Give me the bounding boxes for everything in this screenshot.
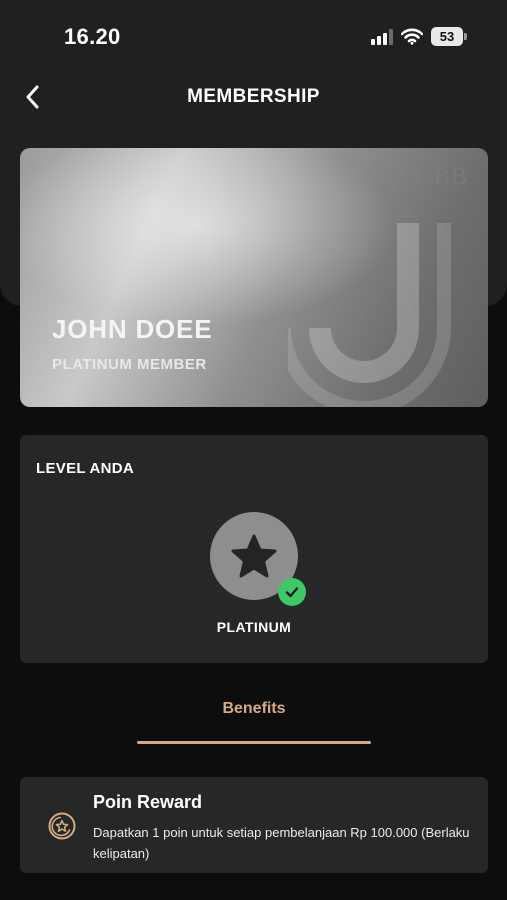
wifi-icon [401,28,423,45]
benefit-title: Poin Reward [93,792,203,812]
battery-icon: 53 [431,27,467,46]
membership-screen: 16.20 53 MEMBERSHIP JOBB JOHN DOEE PLATI… [0,0,507,900]
status-time: 16.20 [64,24,121,49]
status-icons: 53 [371,27,467,46]
level-name: PLATINUM [216,619,292,635]
star-coin-icon [48,812,76,840]
battery-level: 53 [431,27,463,46]
card-brand-logo: JOBB [405,164,468,190]
member-name: JOHN DOEE [52,314,213,344]
tab-benefits[interactable]: Benefits [137,700,371,744]
page-title: MEMBERSHIP [187,86,320,107]
card-watermark-logo [288,223,451,407]
level-badge [210,512,306,606]
benefit-description: Dapatkan 1 poin untuk setiap pembelanjaa… [93,825,470,861]
benefit-item[interactable]: Poin Reward Dapatkan 1 poin untuk setiap… [20,777,488,873]
check-icon [278,578,306,606]
membership-card: JOBB JOHN DOEE PLATINUM MEMBER [20,148,488,407]
status-bar: 16.20 53 [0,0,507,70]
star-icon [231,534,277,578]
level-panel: LEVEL ANDA PLATINUM [20,435,488,663]
member-tier: PLATINUM MEMBER [52,356,207,373]
level-title: LEVEL ANDA [36,460,135,477]
tab-benefits-label: Benefits [222,700,286,717]
tab-active-indicator [137,741,371,744]
signal-icon [371,28,393,45]
